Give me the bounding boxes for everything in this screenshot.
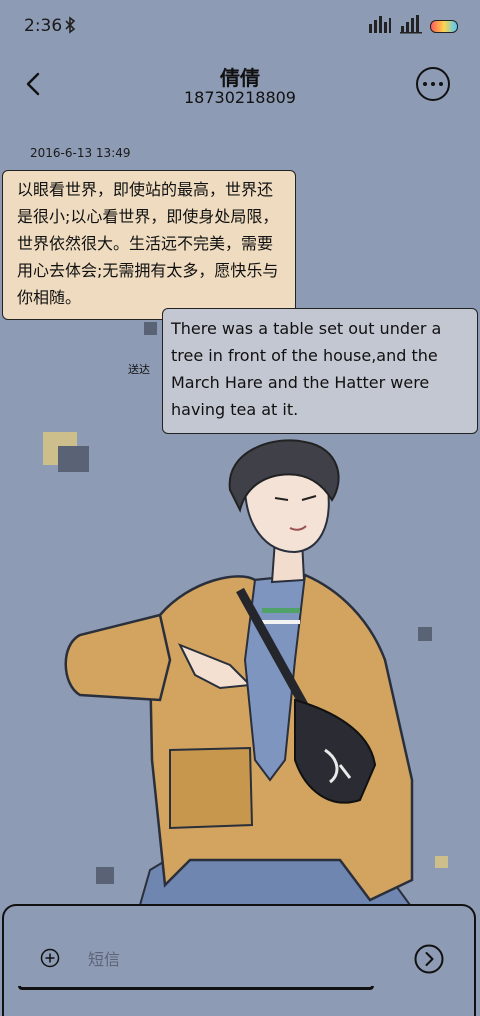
status-icons (368, 14, 458, 38)
sms-input[interactable] (88, 948, 388, 970)
more-dot-icon (439, 82, 443, 86)
decor-square (144, 322, 157, 335)
battery-icon (430, 19, 458, 33)
contact-name: 倩倩 (220, 66, 260, 90)
delivery-status: 送达 (128, 363, 150, 376)
more-dot-icon (423, 82, 427, 86)
plus-circle-icon (40, 948, 60, 968)
input-underline (18, 986, 374, 990)
contact-number: 18730218809 (184, 88, 296, 107)
bluetooth-icon (64, 16, 76, 38)
status-time: 2:36 (24, 16, 63, 36)
outgoing-message-bubble[interactable]: There was a table set out under a tree i… (162, 308, 478, 434)
compose-bar (2, 904, 476, 1016)
conversation-header: 倩倩 18730218809 (0, 52, 480, 116)
add-attachment-button[interactable] (40, 948, 60, 968)
more-options-button[interactable] (416, 67, 450, 101)
signal-icon (368, 14, 392, 38)
background-illustration (64, 439, 414, 905)
status-bar: 2:36 (0, 0, 480, 52)
more-dot-icon (431, 82, 435, 86)
signal-2-icon (400, 14, 422, 38)
message-timestamp: 2016-6-13 13:49 (30, 146, 131, 160)
chevron-right-circle-icon (414, 944, 444, 974)
send-button[interactable] (414, 944, 444, 974)
incoming-message-bubble[interactable]: 以眼看世界，即使站的最高，世界还是很小;以心看世界，即使身处局限，世界依然很大。… (2, 170, 296, 320)
